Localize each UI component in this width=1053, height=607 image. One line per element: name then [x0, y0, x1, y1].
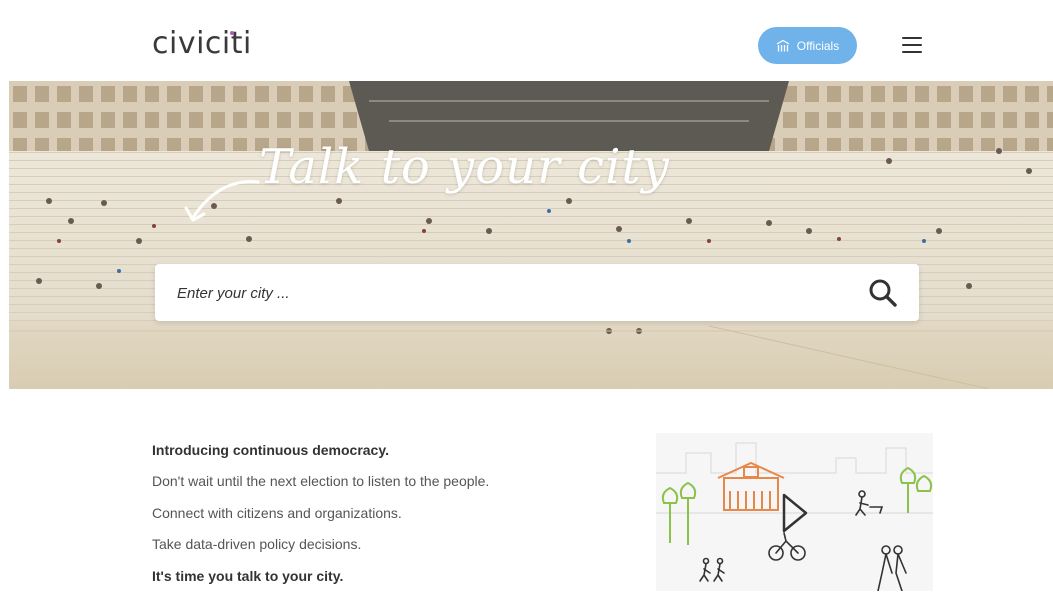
hero-title: Talk to your city	[259, 139, 670, 195]
search-icon[interactable]	[867, 277, 899, 309]
officials-label: Officials	[796, 38, 840, 53]
intro-line-3: Take data-driven policy decisions.	[152, 536, 362, 552]
logo[interactable]: civiciti	[152, 26, 252, 61]
intro-video[interactable]	[656, 433, 933, 591]
intro-closing: It's time you talk to your city.	[152, 568, 344, 584]
city-search-box	[155, 264, 919, 323]
intro-heading: Introducing continuous democracy.	[152, 442, 389, 458]
hero-photo	[9, 81, 1053, 389]
site-header: civiciti Officials	[0, 0, 1053, 81]
hero-banner: Talk to your city	[9, 81, 1053, 389]
logo-dot	[230, 31, 234, 35]
officials-button[interactable]: Officials	[758, 27, 857, 64]
hamburger-icon[interactable]	[902, 37, 922, 53]
city-search-input[interactable]	[175, 264, 859, 323]
intro-line-2: Connect with citizens and organizations.	[152, 505, 402, 521]
intro-line-1: Don't wait until the next election to li…	[152, 473, 490, 489]
building-icon	[776, 39, 790, 51]
city-illustration	[656, 442, 933, 591]
curved-arrow-icon	[184, 180, 260, 222]
